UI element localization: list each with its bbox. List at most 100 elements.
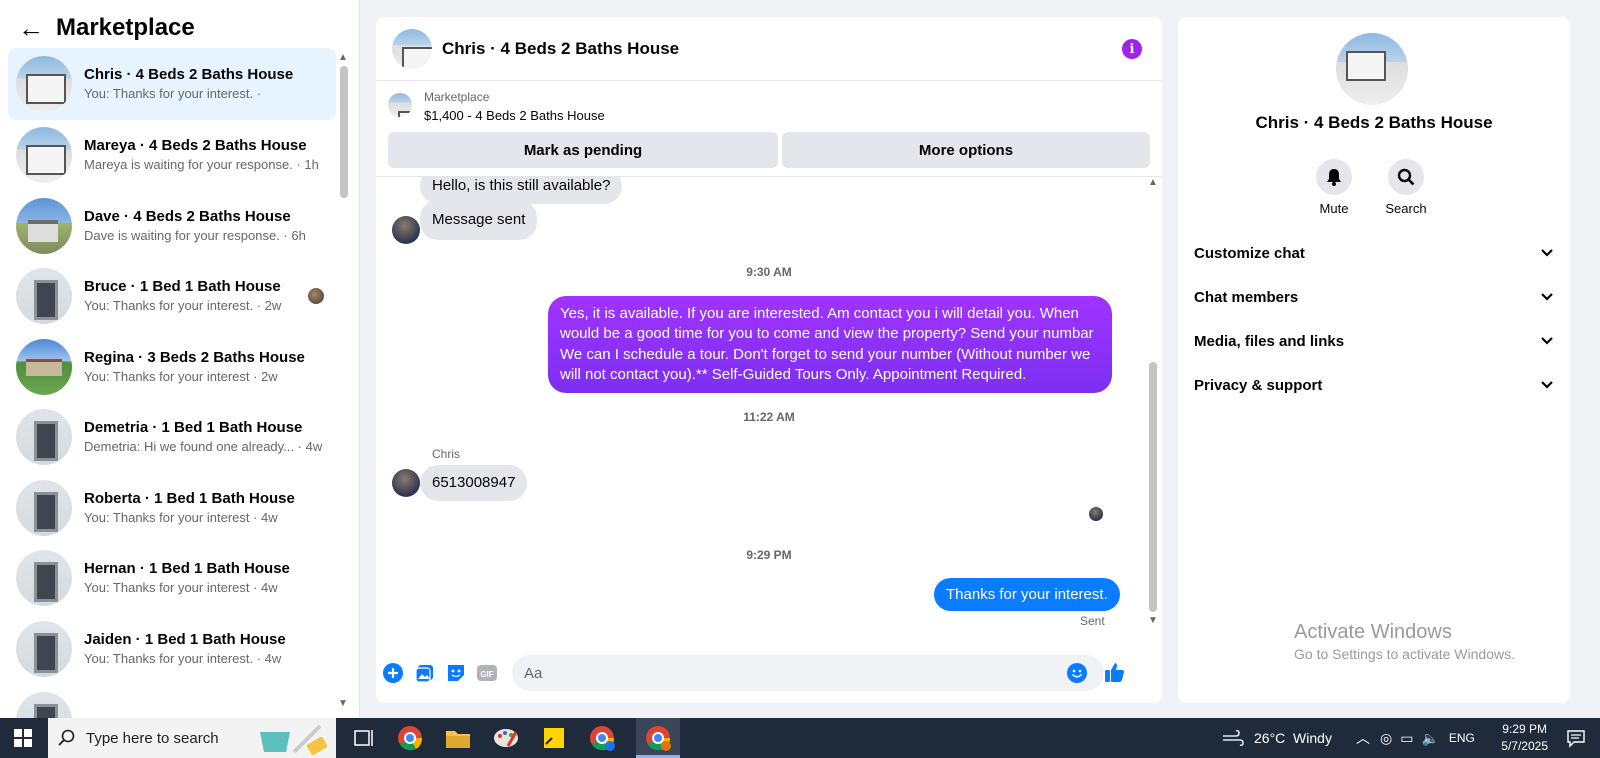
listing-thumbnail	[16, 550, 72, 606]
chevron-down-icon	[1540, 333, 1554, 350]
mute-button[interactable]: Mute	[1304, 159, 1364, 216]
listing-thumbnail	[16, 339, 72, 395]
search-button[interactable]: Search	[1376, 159, 1436, 216]
listing-thumbnail	[16, 409, 72, 465]
message-outgoing: Yes, it is available. If you are interes…	[548, 296, 1112, 393]
sticky-notes-icon[interactable]	[540, 724, 568, 752]
message-status: Sent	[1080, 614, 1105, 628]
conversation-sidebar: ← Marketplace Chris · 4 Beds 2 Baths Hou…	[0, 0, 360, 718]
conversation-preview: You: Thanks for your interest. · 4w	[84, 651, 282, 667]
plus-icon[interactable]	[382, 662, 404, 684]
chrome-icon[interactable]	[396, 724, 424, 752]
message-outgoing: Thanks for your interest.	[934, 578, 1120, 611]
section-label: Media, files and links	[1194, 332, 1345, 350]
chevron-down-icon	[1540, 377, 1554, 394]
scroll-up-arrow-icon[interactable]: ▲	[338, 52, 348, 63]
conversation-name: Mareya · 4 Beds 2 Baths House	[84, 136, 307, 154]
taskbar-search-placeholder: Type here to search	[86, 729, 219, 747]
network-icon[interactable]: ▭	[1400, 730, 1413, 747]
conversation-preview: You: Thanks for your interest. ·	[84, 86, 262, 102]
profile-avatar[interactable]	[1336, 33, 1408, 105]
taskbar-clock[interactable]: 9:29 PM 5/7/2025	[1501, 721, 1548, 755]
message-input[interactable]	[512, 655, 1104, 691]
sticker-icon[interactable]	[445, 662, 467, 684]
section-chat-members[interactable]: Chat members	[1194, 279, 1554, 315]
scrollbar-thumb[interactable]	[1149, 362, 1157, 612]
search-highlight-illustration-icon	[260, 724, 328, 755]
conversation-item-demetria[interactable]: Demetria · 1 Bed 1 Bath House Demetria: H…	[8, 401, 336, 473]
section-privacy-support[interactable]: Privacy & support	[1194, 367, 1554, 403]
conversation-name: Jaiden · 1 Bed 1 Bath House	[84, 630, 286, 648]
watermark-title: Activate Windows	[1294, 621, 1452, 643]
listing-thumbnail	[16, 692, 72, 718]
watermark-subtitle: Go to Settings to activate Windows.	[1294, 646, 1515, 662]
windows-start-icon[interactable]	[14, 729, 32, 747]
conversation-item-regina[interactable]: Regina · 3 Beds 2 Baths House You: Thanks…	[8, 331, 336, 403]
more-options-button[interactable]: More options	[782, 132, 1150, 168]
scroll-down-arrow-icon[interactable]: ▼	[1148, 615, 1158, 626]
conversation-item-dave[interactable]: Dave · 4 Beds 2 Baths House Dave is waiti…	[8, 190, 336, 262]
conversation-item-bruce[interactable]: Bruce · 1 Bed 1 Bath House You: Thanks fo…	[8, 260, 336, 332]
conversation-name: Roberta · 1 Bed 1 Bath House	[84, 489, 295, 507]
listing-price[interactable]: $1,400 - 4 Beds 2 Baths House	[424, 108, 605, 123]
info-icon[interactable]: i	[1122, 39, 1142, 59]
meet-now-icon[interactable]: ◎	[1380, 730, 1392, 747]
conversation-item-chris[interactable]: Chris · 4 Beds 2 Baths House You: Thanks …	[8, 48, 336, 120]
chat-title[interactable]: Chris · 4 Beds 2 Baths House	[442, 39, 679, 59]
conversation-item-hernan[interactable]: Hernan · 1 Bed 1 Bath House You: Thanks f…	[8, 542, 336, 614]
back-arrow-icon[interactable]: ←	[18, 13, 56, 44]
conversation-preview: You: Thanks for your interest · 4w	[84, 510, 278, 526]
chat-details-panel: Chris · 4 Beds 2 Baths House Mute Search…	[1178, 17, 1570, 703]
conversation-name: Chris · 4 Beds 2 Baths House	[84, 65, 294, 83]
section-media-files-links[interactable]: Media, files and links	[1194, 323, 1554, 359]
conversation-item-partial[interactable]	[8, 684, 336, 718]
section-customize-chat[interactable]: Customize chat	[1194, 235, 1554, 271]
chat-scrollbar[interactable]: ▲ ▼	[1148, 177, 1158, 629]
activate-windows-watermark: Activate Windows Go to Settings to activ…	[1294, 621, 1515, 662]
chrome-active-window-icon[interactable]	[636, 718, 680, 758]
search-icon[interactable]	[1388, 159, 1424, 195]
conversation-preview: You: Thanks for your interest · 4w	[84, 580, 278, 596]
gif-icon[interactable]: GIF	[476, 662, 498, 684]
conversation-item-mareya[interactable]: Mareya · 4 Beds 2 Baths House Mareya is w…	[8, 119, 336, 191]
sender-avatar[interactable]	[392, 216, 420, 244]
scroll-up-arrow-icon[interactable]: ▲	[1148, 177, 1158, 188]
photo-icon[interactable]	[414, 662, 436, 684]
conversation-item-jaiden[interactable]: Jaiden · 1 Bed 1 Bath House You: Thanks f…	[8, 613, 336, 685]
task-view-icon[interactable]	[352, 726, 376, 750]
weather-widget[interactable]: 26°C Windy	[1222, 718, 1332, 758]
sidebar-scrollbar[interactable]: ▲ ▼	[337, 52, 349, 712]
section-label: Privacy & support	[1194, 376, 1323, 394]
chevron-up-icon[interactable]: ︿	[1356, 728, 1370, 748]
listing-thumbnail	[16, 56, 72, 112]
paint-icon[interactable]	[492, 724, 520, 752]
chrome-profile-icon[interactable]	[588, 724, 616, 752]
sender-avatar[interactable]	[392, 469, 420, 497]
chat-avatar[interactable]	[392, 28, 432, 69]
volume-icon[interactable]: 🔈	[1421, 730, 1438, 747]
message-incoming: Message sent	[420, 200, 538, 240]
notification-icon[interactable]	[1566, 728, 1586, 753]
scrollbar-thumb[interactable]	[340, 66, 348, 198]
conversation-preview: Mareya is waiting for your response. · 1…	[84, 157, 319, 173]
seen-avatar	[1089, 507, 1103, 521]
listing-thumbnail[interactable]	[388, 93, 412, 117]
conversation-name: Bruce · 1 Bed 1 Bath House	[84, 277, 281, 295]
seen-avatar	[308, 288, 324, 304]
file-explorer-icon[interactable]	[444, 724, 472, 752]
bell-icon[interactable]	[1316, 159, 1352, 195]
mark-as-pending-button[interactable]: Mark as pending	[388, 132, 778, 168]
timestamp: 9:30 AM	[746, 265, 792, 279]
conversation-item-roberta[interactable]: Roberta · 1 Bed 1 Bath House You: Thanks …	[8, 472, 336, 544]
scroll-down-arrow-icon[interactable]: ▼	[338, 698, 348, 709]
listing-thumbnail	[16, 480, 72, 536]
taskbar-search-box[interactable]: Type here to search	[48, 718, 336, 758]
language-indicator[interactable]: ENG	[1449, 731, 1475, 745]
emoji-icon[interactable]	[1066, 662, 1088, 684]
wind-icon	[1223, 729, 1244, 747]
page-title: Marketplace	[56, 14, 195, 41]
conversation-name: Demetria · 1 Bed 1 Bath House	[84, 418, 303, 436]
conversation-preview: Dave is waiting for your response. · 6h	[84, 228, 306, 244]
thumbs-up-icon[interactable]	[1104, 661, 1126, 683]
message-incoming: 6513008947	[420, 465, 528, 501]
